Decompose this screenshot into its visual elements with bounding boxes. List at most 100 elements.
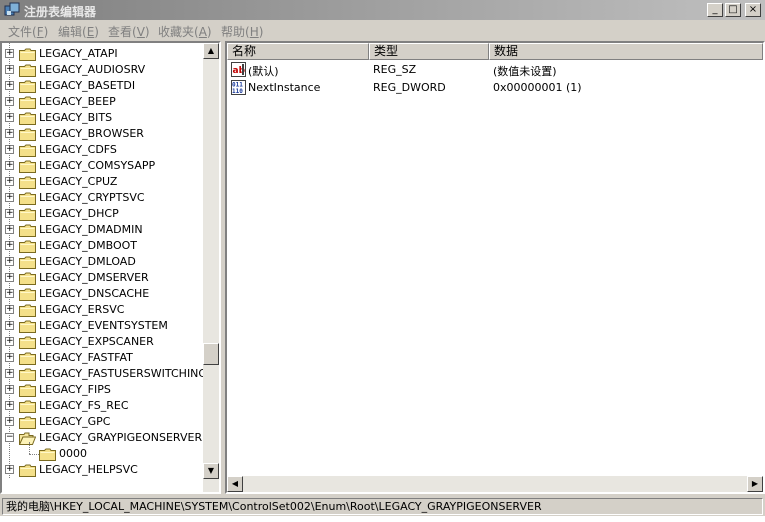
expand-icon[interactable]: + [5,49,14,58]
tree-item[interactable]: + LEGACY_EXPSCANER [2,334,202,350]
expand-icon[interactable]: + [5,241,14,250]
expand-icon[interactable]: + [5,161,14,170]
folder-icon [19,304,36,317]
tree-item[interactable]: + LEGACY_BITS [2,110,202,126]
status-path: 我的电脑\HKEY_LOCAL_MACHINE\SYSTEM\ControlSe… [2,498,763,515]
registry-tree[interactable]: + LEGACY_ATAPI + LEGACY_AUDIOSRV + LEGACY_BAS… [0,41,221,494]
menu-file[interactable]: 文件(F) [8,23,48,40]
value-row[interactable]: ab (默认) REG_SZ (数值未设置) [227,61,763,78]
menu-view[interactable]: 查看(V) [108,23,150,40]
tree-item[interactable]: + LEGACY_DMBOOT [2,238,202,254]
tree-item-label: LEGACY_DHCP [39,207,119,220]
tree-item[interactable]: + LEGACY_DMLOAD [2,254,202,270]
tree-item[interactable]: + LEGACY_GPC [2,414,202,430]
svg-text:110: 110 [232,88,243,95]
tree-item[interactable]: + LEGACY_EVENTSYSTEM [2,318,202,334]
expand-icon[interactable]: + [5,65,14,74]
folder-icon [19,336,36,349]
folder-icon [19,144,36,157]
scroll-thumb[interactable] [203,343,219,365]
expand-icon[interactable]: + [5,97,14,106]
expand-icon[interactable]: + [5,81,14,90]
tree-item[interactable]: + LEGACY_BROWSER [2,126,202,142]
tree-connector-line [29,442,30,454]
tree-item-label: LEGACY_CPUZ [39,175,118,188]
tree-item[interactable]: + LEGACY_BASETDI [2,78,202,94]
value-row[interactable]: 011 110 NextInstance REG_DWORD 0x0000000… [227,79,763,96]
menu-favorites[interactable]: 收藏夹(A) [158,23,212,40]
expand-icon[interactable]: + [5,337,14,346]
value-name: (默认) [248,65,279,78]
expand-icon[interactable]: + [5,129,14,138]
scroll-down-button[interactable]: ▼ [203,463,219,479]
tree-item-label: LEGACY_FASTFAT [39,351,133,364]
expand-icon[interactable]: + [5,369,14,378]
expand-icon[interactable]: + [5,257,14,266]
scroll-up-button[interactable]: ▲ [203,43,219,59]
folder-icon [19,272,36,285]
tree-item[interactable]: + LEGACY_CPUZ [2,174,202,190]
column-header-type[interactable]: 类型 [369,43,489,60]
expand-icon[interactable]: + [5,209,14,218]
folder-icon [19,224,36,237]
tree-item[interactable]: + LEGACY_DNSCACHE [2,286,202,302]
tree-item-label: LEGACY_AUDIOSRV [39,63,146,76]
tree-item[interactable]: + LEGACY_DHCP [2,206,202,222]
scroll-left-button[interactable]: ◀ [227,476,243,492]
expand-icon[interactable]: + [5,193,14,202]
tree-item[interactable]: + LEGACY_HELPSVC [2,462,202,478]
expand-icon[interactable]: + [5,385,14,394]
values-list[interactable]: 名称 类型 数据 ab (默认) REG_SZ (数值未设置) 011 110 … [225,41,765,494]
tree-item[interactable]: + LEGACY_ATAPI [2,46,202,62]
collapse-icon[interactable]: − [5,433,14,442]
scroll-right-button[interactable]: ▶ [747,476,763,492]
tree-item-label: LEGACY_EVENTSYSTEM [39,319,168,332]
tree-vertical-scrollbar[interactable]: ▲ ▼ [203,43,219,492]
expand-icon[interactable]: + [5,353,14,362]
tree-item[interactable]: + LEGACY_COMSYSAPP [2,158,202,174]
tree-item[interactable]: + LEGACY_CRYPTSVC [2,190,202,206]
expand-icon[interactable]: + [5,289,14,298]
column-header-name[interactable]: 名称 [227,43,369,60]
menu-edit[interactable]: 编辑(E) [58,23,99,40]
menu-help[interactable]: 帮助(H) [221,23,263,40]
expand-icon[interactable]: + [5,145,14,154]
tree-item-label: LEGACY_FASTUSERSWITCHINGC [39,367,215,380]
expand-icon[interactable]: + [5,401,14,410]
tree-item[interactable]: + LEGACY_ERSVC [2,302,202,318]
tree-item[interactable]: + LEGACY_DMADMIN [2,222,202,238]
close-button[interactable]: × [745,3,761,17]
expand-icon[interactable]: + [5,417,14,426]
tree-item[interactable]: + LEGACY_FIPS [2,382,202,398]
folder-icon [19,400,36,413]
expand-icon[interactable]: + [5,465,14,474]
expand-icon[interactable]: + [5,273,14,282]
expand-icon[interactable]: + [5,177,14,186]
tree-item[interactable]: + LEGACY_FASTFAT [2,350,202,366]
tree-item[interactable]: − LEGACY_GRAYPIGEONSERVER [2,430,202,446]
folder-icon [19,352,36,365]
minimize-button[interactable]: _ [707,3,723,17]
expand-icon[interactable]: + [5,113,14,122]
maximize-button[interactable]: □ [725,3,741,17]
tree-item[interactable]: + LEGACY_FASTUSERSWITCHINGC [2,366,215,382]
tree-connector-line [29,454,39,455]
column-header-data[interactable]: 数据 [489,43,763,60]
folder-icon [19,176,36,189]
tree-item[interactable]: + LEGACY_CDFS [2,142,202,158]
expand-icon[interactable]: + [5,305,14,314]
value-type: REG_DWORD [373,81,446,94]
list-horizontal-scrollbar[interactable]: ◀ ▶ [227,476,763,492]
tree-item[interactable]: + LEGACY_AUDIOSRV [2,62,202,78]
tree-item[interactable]: 0000 [2,442,202,462]
folder-icon [19,80,36,93]
folder-icon [19,320,36,333]
expand-icon[interactable]: + [5,225,14,234]
folder-icon [19,112,36,125]
tree-item[interactable]: + LEGACY_FS_REC [2,398,202,414]
tree-item-label: LEGACY_HELPSVC [39,463,138,476]
tree-item[interactable]: + LEGACY_DMSERVER [2,270,202,286]
folder-icon [19,128,36,141]
tree-item[interactable]: + LEGACY_BEEP [2,94,202,110]
expand-icon[interactable]: + [5,321,14,330]
